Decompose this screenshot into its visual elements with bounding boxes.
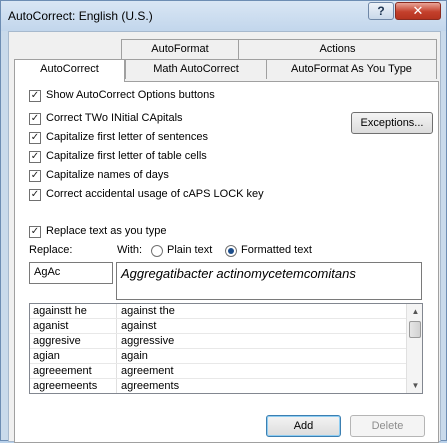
caps-lock-checkbox[interactable] [29,189,41,201]
entry-with: again [121,350,148,362]
autocorrect-entries-list[interactable]: againstt he against the aganist against … [29,303,423,394]
list-item[interactable]: againstt he against the [30,304,411,319]
list-item[interactable]: agian again [30,349,411,364]
first-letter-sentences-label: Capitalize first letter of sentences [46,131,209,143]
close-button[interactable]: ✕ [395,2,441,20]
list-item[interactable]: agreemeents agreements [30,379,411,393]
two-initial-caps-checkbox[interactable] [29,113,41,125]
exceptions-button[interactable]: Exceptions... [351,112,433,134]
formatted-text-label: Formatted text [241,244,312,256]
replace-as-you-type-label: Replace text as you type [46,225,167,237]
entry-with: against [121,320,157,332]
replace-as-you-type-checkbox[interactable] [29,226,41,238]
show-options-checkbox[interactable] [29,90,41,102]
dialog-body: AutoFormat Actions AutoCorrect Math Auto… [8,31,441,443]
with-input[interactable]: Aggregatibacter actinomycetemcomitans [116,262,422,300]
entry-replace: agian [33,350,60,362]
title-bar[interactable]: AutoCorrect: English (U.S.) ? ✕ [1,1,446,31]
first-letter-table-cells-checkbox[interactable] [29,151,41,163]
autocorrect-panel: Show AutoCorrect Options buttons Correct… [14,81,439,443]
entry-with: aggressive [121,335,175,347]
tab-math-autocorrect[interactable]: Math AutoCorrect [125,59,267,79]
replace-label: Replace: [29,244,73,256]
entry-replace: aggresive [33,335,81,347]
entry-replace: agreeement [33,365,92,377]
scroll-down-arrow-icon[interactable]: ▼ [407,378,422,393]
first-letter-sentences-checkbox[interactable] [29,132,41,144]
caps-lock-label: Correct accidental usage of cAPS LOCK ke… [46,188,264,200]
entry-with: agreements [121,380,180,392]
two-initial-caps-label: Correct TWo INitial CApitals [46,112,183,124]
list-item[interactable]: aganist against [30,319,411,334]
entry-with: against the [121,305,175,317]
entry-replace: aganist [33,320,69,332]
entry-replace: agreemeents [33,380,98,392]
tab-autoformat-as-you-type[interactable]: AutoFormat As You Type [266,59,437,79]
names-of-days-label: Capitalize names of days [46,169,169,181]
tab-autoformat[interactable]: AutoFormat [121,39,239,59]
formatted-text-radio[interactable] [225,245,237,257]
plain-text-radio[interactable] [151,245,163,257]
list-item[interactable]: aggresive aggressive [30,334,411,349]
replace-input[interactable]: AgAc [29,262,113,284]
tab-actions[interactable]: Actions [238,39,437,59]
add-button[interactable]: Add [266,415,341,437]
first-letter-table-cells-label: Capitalize first letter of table cells [46,150,207,162]
window-title: AutoCorrect: English (U.S.) [8,9,153,23]
names-of-days-checkbox[interactable] [29,170,41,182]
autocorrect-dialog: AutoCorrect: English (U.S.) ? ✕ AutoForm… [0,0,447,443]
with-label: With: [117,244,143,256]
scroll-up-arrow-icon[interactable]: ▲ [407,304,422,319]
entry-replace: againstt he [33,305,87,317]
show-options-label: Show AutoCorrect Options buttons [46,89,215,101]
help-button[interactable]: ? [368,2,394,20]
scroll-thumb[interactable] [409,321,421,338]
entry-with: agreement [121,365,174,377]
delete-button[interactable]: Delete [350,415,425,437]
list-scrollbar[interactable]: ▲ ▼ [406,304,422,393]
plain-text-label: Plain text [167,244,213,256]
list-item[interactable]: agreeement agreement [30,364,411,379]
tab-autocorrect[interactable]: AutoCorrect [14,59,125,82]
